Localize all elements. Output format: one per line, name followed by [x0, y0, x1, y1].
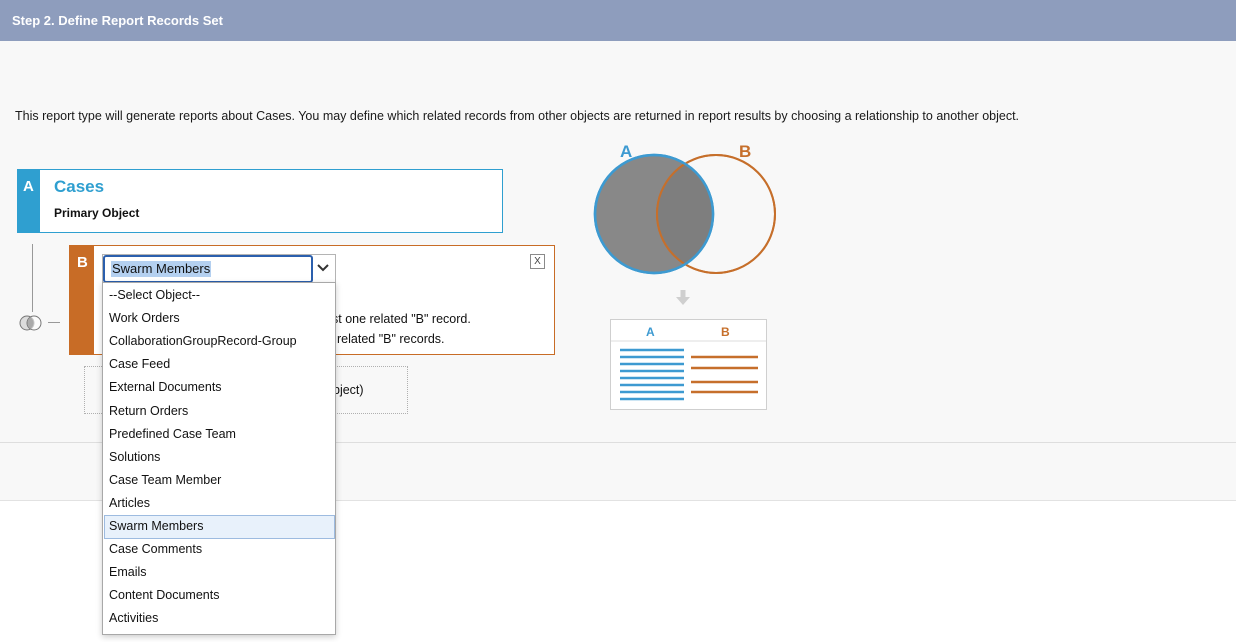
- result-table-illustration: A B: [610, 319, 767, 410]
- dropdown-option[interactable]: --Select Object--: [109, 288, 200, 302]
- venn-label-a: A: [620, 142, 632, 161]
- connector-line: [32, 244, 33, 312]
- join-icon[interactable]: [17, 314, 45, 332]
- select-field[interactable]: Swarm Members: [103, 255, 313, 283]
- venn-diagram: A B: [593, 142, 776, 275]
- result-col-a: A: [646, 325, 655, 339]
- result-table-graphic: A B: [611, 325, 766, 401]
- dropdown-option[interactable]: External Documents: [109, 380, 222, 394]
- close-icon[interactable]: X: [530, 254, 545, 269]
- object-a-name: Cases: [54, 177, 105, 196]
- chevron-down-icon[interactable]: [315, 260, 331, 276]
- intro-text: This report type will generate reports a…: [15, 109, 1020, 123]
- dropdown-option[interactable]: Activities: [109, 611, 158, 625]
- dropdown-option[interactable]: Articles: [109, 496, 150, 510]
- down-arrow-icon: [676, 290, 690, 305]
- dropdown-option[interactable]: Content Documents: [109, 588, 219, 602]
- dropdown-option[interactable]: Case Feed: [109, 357, 170, 371]
- result-col-b: B: [721, 325, 730, 339]
- relationship-option-1[interactable]: st one related "B" record.: [332, 312, 471, 326]
- dropdown-option[interactable]: Emails: [109, 565, 147, 579]
- dropdown-option[interactable]: Case Team Member: [109, 473, 221, 487]
- object-a-letter: A: [23, 178, 34, 195]
- object-a-subtitle: Primary Object: [54, 206, 140, 220]
- dropdown-option[interactable]: Work Orders: [109, 311, 180, 325]
- relationship-option-2[interactable]: related "B" records.: [337, 332, 445, 346]
- step-title: Step 2. Define Report Records Set: [12, 13, 223, 28]
- object-b-select[interactable]: Swarm Members: [102, 254, 336, 284]
- dropdown-option[interactable]: Predefined Case Team: [109, 427, 236, 441]
- object-a-box: A Cases Primary Object: [17, 169, 503, 233]
- venn-label-b: B: [739, 142, 751, 161]
- object-dropdown-list[interactable]: --Select Object-- Work Orders Collaboratio…: [102, 282, 336, 635]
- dropdown-option[interactable]: Solutions: [109, 450, 160, 464]
- dropdown-option[interactable]: Swarm Members: [109, 519, 203, 533]
- connector-line-h: [48, 322, 60, 323]
- select-value[interactable]: Swarm Members: [111, 261, 212, 277]
- object-b-letter: B: [77, 254, 88, 271]
- add-object-text[interactable]: bject): [333, 383, 364, 397]
- dropdown-option[interactable]: Case Comments: [109, 542, 202, 556]
- step-header: Step 2. Define Report Records Set: [0, 0, 1236, 41]
- dropdown-option[interactable]: Return Orders: [109, 404, 188, 418]
- dropdown-option[interactable]: CollaborationGroupRecord-Group: [109, 334, 297, 348]
